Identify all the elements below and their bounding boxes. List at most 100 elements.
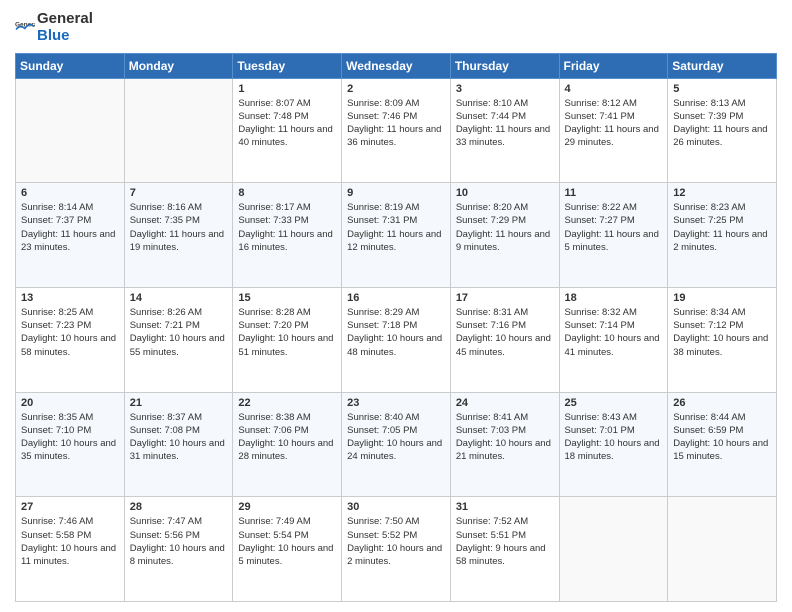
day-number: 19 <box>673 292 771 304</box>
calendar-cell: 16 Sunrise: 8:29 AMSunset: 7:18 PMDayligh… <box>342 287 451 392</box>
week-row-3: 13 Sunrise: 8:25 AMSunset: 7:23 PMDayligh… <box>16 287 777 392</box>
week-row-4: 20 Sunrise: 8:35 AMSunset: 7:10 PMDayligh… <box>16 392 777 497</box>
calendar-cell: 7 Sunrise: 8:16 AMSunset: 7:35 PMDaylight… <box>124 183 233 288</box>
day-number: 16 <box>347 292 445 304</box>
day-number: 11 <box>565 187 663 199</box>
day-info: Sunrise: 8:16 AMSunset: 7:35 PMDaylight:… <box>130 201 228 254</box>
day-number: 7 <box>130 187 228 199</box>
logo: General General Blue <box>15 10 93 45</box>
col-header-saturday: Saturday <box>668 53 777 78</box>
week-row-1: 1 Sunrise: 8:07 AMSunset: 7:48 PMDaylight… <box>16 78 777 183</box>
day-info: Sunrise: 8:19 AMSunset: 7:31 PMDaylight:… <box>347 201 445 254</box>
calendar-cell: 13 Sunrise: 8:25 AMSunset: 7:23 PMDayligh… <box>16 287 125 392</box>
day-info: Sunrise: 8:32 AMSunset: 7:14 PMDaylight:… <box>565 306 663 359</box>
day-info: Sunrise: 8:17 AMSunset: 7:33 PMDaylight:… <box>238 201 336 254</box>
calendar-cell: 18 Sunrise: 8:32 AMSunset: 7:14 PMDayligh… <box>559 287 668 392</box>
day-info: Sunrise: 8:35 AMSunset: 7:10 PMDaylight:… <box>21 411 119 464</box>
logo-icon: General <box>15 17 35 37</box>
day-info: Sunrise: 8:22 AMSunset: 7:27 PMDaylight:… <box>565 201 663 254</box>
col-header-wednesday: Wednesday <box>342 53 451 78</box>
day-number: 22 <box>238 397 336 409</box>
day-number: 13 <box>21 292 119 304</box>
calendar-cell: 25 Sunrise: 8:43 AMSunset: 7:01 PMDayligh… <box>559 392 668 497</box>
day-info: Sunrise: 8:37 AMSunset: 7:08 PMDaylight:… <box>130 411 228 464</box>
day-number: 29 <box>238 501 336 513</box>
logo-blue: Blue <box>37 27 93 44</box>
day-number: 12 <box>673 187 771 199</box>
calendar-cell: 1 Sunrise: 8:07 AMSunset: 7:48 PMDaylight… <box>233 78 342 183</box>
day-number: 28 <box>130 501 228 513</box>
calendar-cell <box>16 78 125 183</box>
day-info: Sunrise: 7:52 AMSunset: 5:51 PMDaylight:… <box>456 515 554 568</box>
calendar-cell: 12Sunrise: 8:23 AMSunset: 7:25 PMDayligh… <box>668 183 777 288</box>
header: General General Blue <box>15 10 777 45</box>
calendar-cell <box>559 497 668 602</box>
day-info: Sunrise: 8:20 AMSunset: 7:29 PMDaylight:… <box>456 201 554 254</box>
calendar-cell: 4Sunrise: 8:12 AMSunset: 7:41 PMDaylight… <box>559 78 668 183</box>
calendar-body: 1 Sunrise: 8:07 AMSunset: 7:48 PMDaylight… <box>16 78 777 602</box>
column-headers: SundayMondayTuesdayWednesdayThursdayFrid… <box>16 53 777 78</box>
day-info: Sunrise: 8:10 AMSunset: 7:44 PMDaylight:… <box>456 97 554 150</box>
col-header-tuesday: Tuesday <box>233 53 342 78</box>
day-number: 27 <box>21 501 119 513</box>
calendar-cell: 21Sunrise: 8:37 AMSunset: 7:08 PMDayligh… <box>124 392 233 497</box>
col-header-monday: Monday <box>124 53 233 78</box>
week-row-5: 27 Sunrise: 7:46 AMSunset: 5:58 PMDayligh… <box>16 497 777 602</box>
calendar-cell: 11 Sunrise: 8:22 AMSunset: 7:27 PMDayligh… <box>559 183 668 288</box>
col-header-thursday: Thursday <box>450 53 559 78</box>
day-number: 18 <box>565 292 663 304</box>
calendar-cell: 3Sunrise: 8:10 AMSunset: 7:44 PMDaylight… <box>450 78 559 183</box>
day-info: Sunrise: 8:28 AMSunset: 7:20 PMDaylight:… <box>238 306 336 359</box>
day-info: Sunrise: 8:38 AMSunset: 7:06 PMDaylight:… <box>238 411 336 464</box>
day-number: 31 <box>456 501 554 513</box>
day-info: Sunrise: 8:31 AMSunset: 7:16 PMDaylight:… <box>456 306 554 359</box>
day-info: Sunrise: 8:34 AMSunset: 7:12 PMDaylight:… <box>673 306 771 359</box>
day-info: Sunrise: 8:43 AMSunset: 7:01 PMDaylight:… <box>565 411 663 464</box>
calendar-cell: 20 Sunrise: 8:35 AMSunset: 7:10 PMDayligh… <box>16 392 125 497</box>
day-number: 30 <box>347 501 445 513</box>
calendar-cell: 15 Sunrise: 8:28 AMSunset: 7:20 PMDayligh… <box>233 287 342 392</box>
day-info: Sunrise: 7:46 AMSunset: 5:58 PMDaylight:… <box>21 515 119 568</box>
day-info: Sunrise: 8:25 AMSunset: 7:23 PMDaylight:… <box>21 306 119 359</box>
calendar-cell: 2 Sunrise: 8:09 AMSunset: 7:46 PMDaylight… <box>342 78 451 183</box>
day-info: Sunrise: 8:12 AMSunset: 7:41 PMDaylight:… <box>565 97 663 150</box>
col-header-friday: Friday <box>559 53 668 78</box>
day-number: 2 <box>347 83 445 95</box>
calendar-cell: 29Sunrise: 7:49 AMSunset: 5:54 PMDayligh… <box>233 497 342 602</box>
day-number: 26 <box>673 397 771 409</box>
day-number: 8 <box>238 187 336 199</box>
calendar-cell: 26Sunrise: 8:44 AMSunset: 6:59 PMDayligh… <box>668 392 777 497</box>
day-info: Sunrise: 8:29 AMSunset: 7:18 PMDaylight:… <box>347 306 445 359</box>
day-number: 20 <box>21 397 119 409</box>
calendar-cell <box>668 497 777 602</box>
calendar-cell: 17 Sunrise: 8:31 AMSunset: 7:16 PMDayligh… <box>450 287 559 392</box>
day-info: Sunrise: 8:07 AMSunset: 7:48 PMDaylight:… <box>238 97 336 150</box>
day-info: Sunrise: 8:26 AMSunset: 7:21 PMDaylight:… <box>130 306 228 359</box>
calendar-cell: 30Sunrise: 7:50 AMSunset: 5:52 PMDayligh… <box>342 497 451 602</box>
week-row-2: 6Sunrise: 8:14 AMSunset: 7:37 PMDaylight… <box>16 183 777 288</box>
day-info: Sunrise: 8:40 AMSunset: 7:05 PMDaylight:… <box>347 411 445 464</box>
calendar-cell: 28Sunrise: 7:47 AMSunset: 5:56 PMDayligh… <box>124 497 233 602</box>
day-info: Sunrise: 8:13 AMSunset: 7:39 PMDaylight:… <box>673 97 771 150</box>
page: General General Blue SundayMondayTuesday… <box>0 0 792 612</box>
day-info: Sunrise: 8:14 AMSunset: 7:37 PMDaylight:… <box>21 201 119 254</box>
day-number: 1 <box>238 83 336 95</box>
day-number: 15 <box>238 292 336 304</box>
day-number: 24 <box>456 397 554 409</box>
calendar-cell: 5Sunrise: 8:13 AMSunset: 7:39 PMDaylight… <box>668 78 777 183</box>
day-number: 14 <box>130 292 228 304</box>
calendar-cell: 8 Sunrise: 8:17 AMSunset: 7:33 PMDaylight… <box>233 183 342 288</box>
day-info: Sunrise: 8:09 AMSunset: 7:46 PMDaylight:… <box>347 97 445 150</box>
day-number: 10 <box>456 187 554 199</box>
calendar-cell: 23Sunrise: 8:40 AMSunset: 7:05 PMDayligh… <box>342 392 451 497</box>
day-info: Sunrise: 8:41 AMSunset: 7:03 PMDaylight:… <box>456 411 554 464</box>
calendar-cell: 10 Sunrise: 8:20 AMSunset: 7:29 PMDayligh… <box>450 183 559 288</box>
day-number: 17 <box>456 292 554 304</box>
day-number: 25 <box>565 397 663 409</box>
calendar-cell: 6Sunrise: 8:14 AMSunset: 7:37 PMDaylight… <box>16 183 125 288</box>
col-header-sunday: Sunday <box>16 53 125 78</box>
calendar-table: SundayMondayTuesdayWednesdayThursdayFrid… <box>15 53 777 603</box>
calendar-cell: 9Sunrise: 8:19 AMSunset: 7:31 PMDaylight… <box>342 183 451 288</box>
calendar-cell: 31 Sunrise: 7:52 AMSunset: 5:51 PMDayligh… <box>450 497 559 602</box>
calendar-cell: 19 Sunrise: 8:34 AMSunset: 7:12 PMDayligh… <box>668 287 777 392</box>
